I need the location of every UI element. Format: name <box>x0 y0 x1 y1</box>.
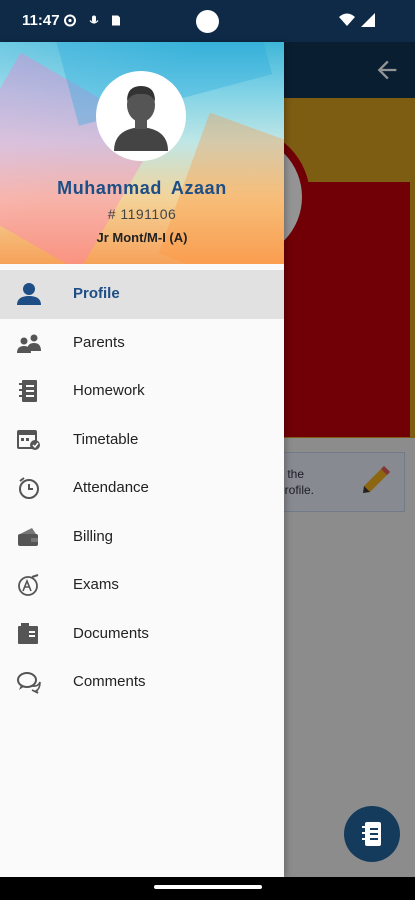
menu-item-comments[interactable]: Comments <box>0 658 284 707</box>
billing-icon <box>18 527 38 546</box>
menu-item-attendance[interactable]: Attendance <box>0 464 284 513</box>
menu-item-parents[interactable]: Parents <box>0 319 284 368</box>
settings-status-icon <box>64 14 76 27</box>
system-nav-bar <box>0 877 415 900</box>
menu-item-profile[interactable]: Profile <box>0 270 284 319</box>
timetable-icon <box>17 429 40 450</box>
status-bar: 11:47 <box>0 0 415 42</box>
parents-icon <box>17 334 41 353</box>
navigation-drawer: Muhammad Azaan # 1191106 Jr Mont/M-I (A)… <box>0 42 284 877</box>
mic-status-icon <box>89 15 99 24</box>
status-time: 11:47 <box>22 12 60 29</box>
signal-icon <box>361 13 375 27</box>
documents-icon <box>18 622 38 644</box>
homework-icon <box>19 380 37 402</box>
notebook-fab-button[interactable] <box>344 806 400 862</box>
attendance-icon <box>19 477 39 499</box>
wifi-icon <box>339 13 355 26</box>
home-gesture-handle[interactable] <box>154 885 262 889</box>
menu-item-homework[interactable]: Homework <box>0 367 284 416</box>
student-id: # 1191106 <box>107 206 177 222</box>
sim-card-icon <box>112 15 120 26</box>
menu-item-billing[interactable]: Billing <box>0 513 284 562</box>
comments-icon <box>17 672 41 694</box>
drawer-header: Muhammad Azaan # 1191106 Jr Mont/M-I (A) <box>0 42 284 264</box>
avatar[interactable] <box>96 71 186 161</box>
menu-item-documents[interactable]: Documents <box>0 610 284 659</box>
student-name: Muhammad Azaan <box>57 178 227 198</box>
profile-icon <box>17 283 41 305</box>
student-class: Jr Mont/M-I (A) <box>96 230 188 245</box>
exams-icon <box>18 574 39 596</box>
user-avatar-icon <box>114 86 168 151</box>
notebook-icon <box>362 822 381 846</box>
menu-item-timetable[interactable]: Timetable <box>0 416 284 465</box>
camera-cutout <box>196 10 219 33</box>
drawer-menu: Profile Parents Homework Timetable Atten… <box>0 270 284 707</box>
menu-item-exams[interactable]: Exams <box>0 561 284 610</box>
